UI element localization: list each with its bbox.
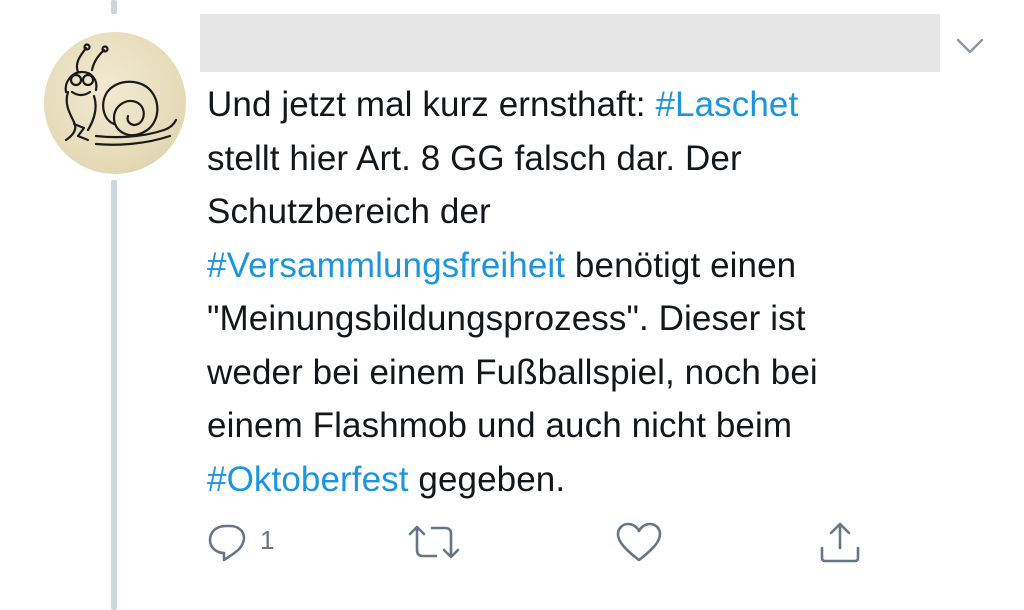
tweet-text-line: #Versammlungsfreiheit benötigt einen [207, 239, 987, 293]
tweet-text-segment: weder bei einem Fußballspiel, noch bei [207, 352, 818, 392]
snail-drawing-icon [64, 43, 178, 146]
reply-icon [208, 524, 246, 562]
hashtag-link[interactable]: #Versammlungsfreiheit [207, 246, 565, 285]
tweet-text-segment: stellt hier Art. 8 GG falsch dar. Der [207, 138, 742, 178]
tweet-text-line: einem Flashmob und auch nicht beim [207, 399, 987, 453]
author-name-redacted [200, 14, 940, 72]
tweet-text-segment: "Meinungsbildungsprozess". Dieser ist [207, 299, 806, 338]
hashtag-link[interactable]: #Oktoberfest [207, 460, 409, 499]
reply-count: 1 [260, 524, 275, 555]
tweet-text-line: Und jetzt mal kurz ernsthaft: #Laschet [207, 78, 987, 132]
tweet-text-segment: einem Flashmob und auch nicht beim [207, 406, 793, 445]
tweet-text-line: "Meinungsbildungsprozess". Dieser ist [207, 292, 987, 346]
tweet-text-segment: benötigt einen [565, 245, 797, 285]
tweet-text-line: weder bei einem Fußballspiel, noch bei [207, 346, 987, 400]
tweet-text-segment: Und jetzt mal kurz ernsthaft: [207, 85, 656, 124]
tweet-menu-button[interactable] [952, 34, 988, 58]
share-button[interactable] [816, 520, 864, 564]
tweet-text-line: stellt hier Art. 8 GG falsch dar. Der [207, 132, 987, 186]
avatar[interactable] [44, 32, 186, 174]
heart-icon [616, 522, 662, 562]
tweet-text-segment: gegeben. [408, 459, 566, 499]
like-button[interactable] [614, 520, 664, 564]
share-icon [820, 522, 860, 563]
retweet-icon [408, 525, 460, 559]
tweet-text-line: Schutzbereich der [207, 185, 987, 239]
tweet-actions: 1 [0, 520, 1024, 570]
thread-connector-top [111, 0, 117, 14]
chevron-down-icon [956, 38, 984, 54]
retweet-button[interactable] [406, 520, 462, 564]
tweet-text-segment: Schutzbereich der [207, 192, 491, 231]
reply-button[interactable]: 1 [206, 520, 274, 564]
tweet-text-line: #Oktoberfest gegeben. [207, 453, 987, 507]
tweet[interactable]: Und jetzt mal kurz ernsthaft: #Laschet st… [0, 0, 1024, 610]
hashtag-link[interactable]: #Laschet [655, 85, 798, 124]
tweet-text: Und jetzt mal kurz ernsthaft: #Laschet st… [207, 78, 987, 506]
